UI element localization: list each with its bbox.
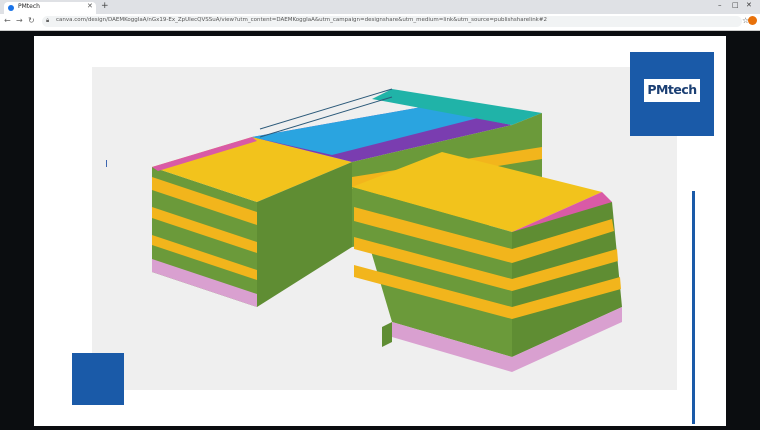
minimize-icon[interactable]: – (718, 1, 722, 9)
tab-title: PMtech (18, 3, 40, 10)
building-3d-model-image (92, 67, 677, 390)
favicon-icon (8, 5, 14, 11)
tab-strip: PMtech ✕ + – □ ✕ (0, 0, 760, 14)
maximize-icon[interactable]: □ (732, 1, 739, 9)
reload-icon[interactable]: ↻ (28, 16, 35, 25)
presentation-slide: PMtech (34, 36, 726, 426)
url-text[interactable]: canva.com/design/DAEMKoggIaA/nGx19-Ex_Zp… (56, 17, 616, 23)
close-tab-icon[interactable]: ✕ (87, 2, 93, 10)
profile-avatar[interactable] (748, 16, 757, 25)
browser-toolbar: ← → ↻ 🔒︎ canva.com/design/DAEMKoggIaA/nG… (0, 14, 760, 31)
lock-icon: 🔒︎ (46, 17, 50, 24)
decorative-blue-square (72, 353, 124, 405)
browser-tab[interactable]: PMtech ✕ (4, 2, 96, 14)
building-model-illustration (152, 88, 622, 372)
logo-text: PMtech (647, 82, 697, 97)
decorative-tick (106, 160, 107, 167)
logo-badge: PMtech (644, 79, 700, 102)
new-tab-button[interactable]: + (101, 1, 109, 11)
pmtech-logo: PMtech (630, 52, 714, 136)
forward-icon[interactable]: → (16, 16, 23, 25)
back-icon[interactable]: ← (4, 16, 11, 25)
decorative-blue-bar (692, 191, 695, 424)
address-bar[interactable]: 🔒︎ canva.com/design/DAEMKoggIaA/nGx19-Ex… (42, 16, 749, 27)
close-window-icon[interactable]: ✕ (746, 1, 752, 9)
